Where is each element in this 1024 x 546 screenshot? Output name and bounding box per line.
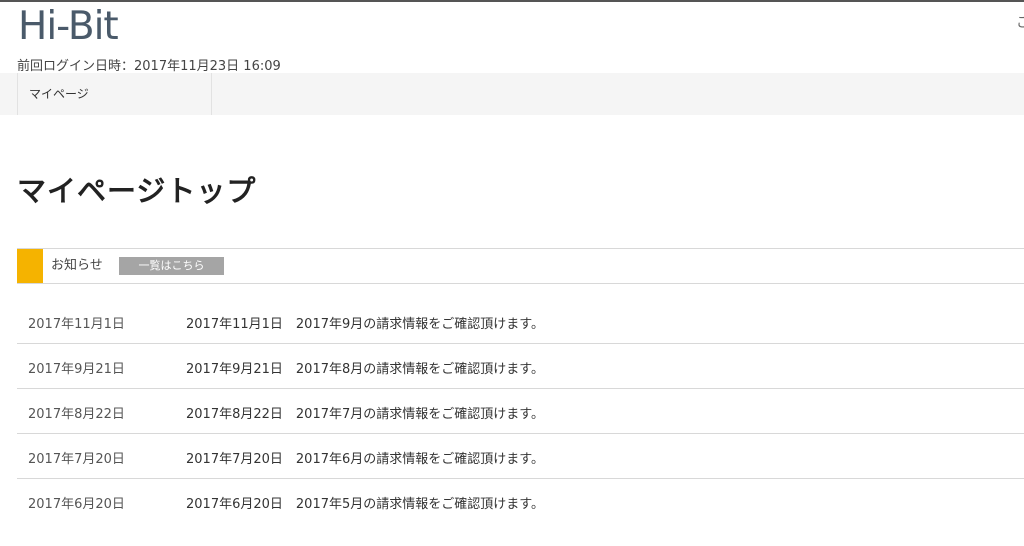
news-item: 2017年11月1日 2017年11月1日 2017年9月の請求情報をご確認頂け… — [17, 299, 1024, 344]
news-accent-bar — [17, 249, 43, 283]
news-item-date: 2017年11月1日 — [28, 317, 125, 332]
news-item-date: 2017年7月20日 — [28, 452, 125, 467]
last-login-info: 前回ログイン日時：2017年11月23日 16:09 — [17, 59, 281, 74]
news-item-date: 2017年6月20日 — [28, 497, 125, 512]
news-item-link[interactable]: 2017年11月1日 2017年9月の請求情報をご確認頂けます。 — [186, 313, 544, 332]
page: Hi-Bit こ 前回ログイン日時：2017年11月23日 16:09 マイペー… — [0, 0, 1024, 546]
news-item-link[interactable]: 2017年9月21日 2017年8月の請求情報をご確認頂けます。 — [186, 358, 544, 377]
page-title: マイページトップ — [17, 174, 257, 208]
nav-item-mypage[interactable]: マイページ — [17, 73, 212, 115]
news-item: 2017年6月20日 2017年6月20日 2017年5月の請求情報をご確認頂け… — [17, 479, 1024, 524]
news-list-all-button[interactable]: 一覧はこちら — [119, 257, 224, 275]
news-item-date: 2017年8月22日 — [28, 407, 125, 422]
news-item-date: 2017年9月21日 — [28, 362, 125, 377]
news-list: 2017年11月1日 2017年11月1日 2017年9月の請求情報をご確認頂け… — [17, 299, 1024, 524]
news-item: 2017年9月21日 2017年9月21日 2017年8月の請求情報をご確認頂け… — [17, 344, 1024, 389]
news-item-link[interactable]: 2017年6月20日 2017年5月の請求情報をご確認頂けます。 — [186, 493, 544, 512]
news-item: 2017年7月20日 2017年7月20日 2017年6月の請求情報をご確認頂け… — [17, 434, 1024, 479]
news-header: お知らせ 一覧はこちら — [17, 248, 1024, 284]
global-nav: マイページ — [0, 73, 1024, 115]
header-right-text[interactable]: こ — [1016, 12, 1024, 32]
news-label: お知らせ — [51, 258, 103, 273]
news-item: 2017年8月22日 2017年8月22日 2017年7月の請求情報をご確認頂け… — [17, 389, 1024, 434]
site-logo[interactable]: Hi-Bit — [18, 5, 119, 49]
news-item-link[interactable]: 2017年7月20日 2017年6月の請求情報をご確認頂けます。 — [186, 448, 544, 467]
news-item-link[interactable]: 2017年8月22日 2017年7月の請求情報をご確認頂けます。 — [186, 403, 544, 422]
